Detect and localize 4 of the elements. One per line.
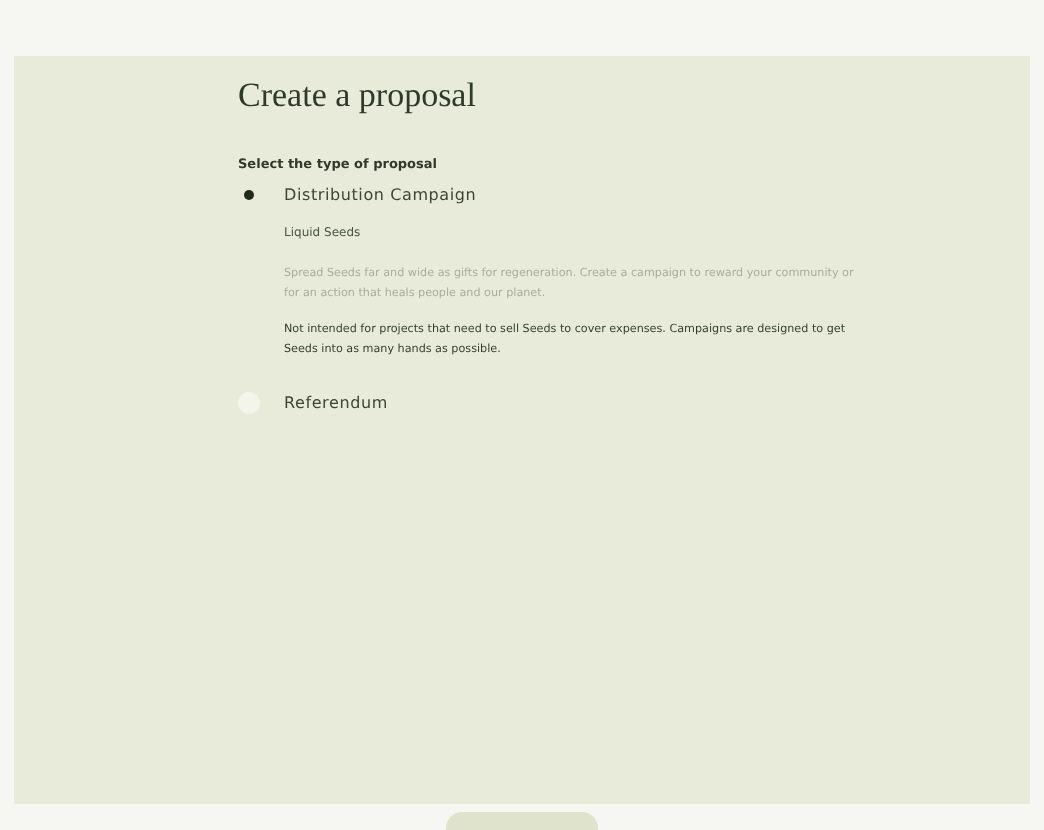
continue-button[interactable] <box>446 812 598 830</box>
option-label: Referendum <box>284 394 388 412</box>
page-title: Create a proposal <box>238 76 478 116</box>
option-label: Distribution Campaign <box>284 186 477 204</box>
